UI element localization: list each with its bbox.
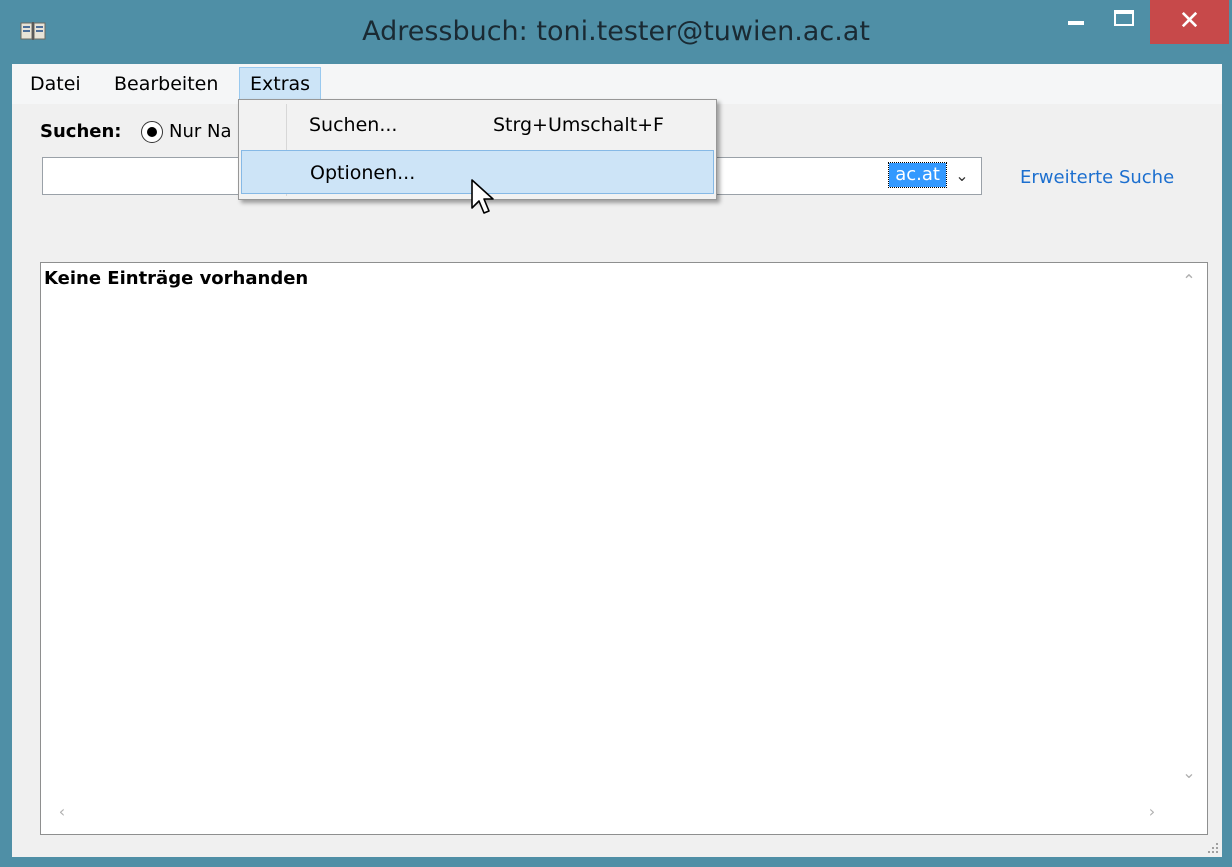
menu-item-optionen-label: Optionen... [310, 162, 416, 184]
menu-item-suchen[interactable]: Suchen... Strg+Umschalt+F [241, 103, 714, 147]
directory-select-value: ac.at [888, 162, 947, 188]
resize-grip-icon[interactable] [1206, 841, 1218, 853]
minimize-button[interactable] [1046, 0, 1104, 44]
arrow-cursor-icon [471, 179, 494, 214]
empty-results-message: Keine Einträge vorhanden [44, 268, 309, 289]
menu-bar: Datei Bearbeiten Extras [12, 64, 1222, 104]
scroll-up-icon[interactable]: ⌃ [1174, 271, 1204, 290]
minimize-icon [1068, 21, 1084, 25]
menu-extras[interactable]: Extras [239, 67, 322, 101]
scroll-left-icon[interactable]: ‹ [47, 802, 77, 821]
close-icon: ✕ [1178, 6, 1201, 36]
vertical-scrollbar[interactable]: ⌃ ⌄ [1171, 263, 1207, 795]
title-bar[interactable]: Adressbuch: toni.tester@tuwien.ac.at ✕ [0, 0, 1232, 64]
name-only-radio-label[interactable]: Nur Na [169, 118, 232, 146]
menu-bearbeiten[interactable]: Bearbeiten [106, 67, 226, 101]
search-label: Suchen: [40, 121, 122, 142]
address-book-window: Adressbuch: toni.tester@tuwien.ac.at ✕ D… [0, 0, 1232, 867]
advanced-search-link[interactable]: Erweiterte Suche [1020, 164, 1174, 192]
maximize-icon [1114, 10, 1134, 26]
horizontal-scrollbar[interactable]: ‹ › [41, 796, 1171, 834]
menu-item-suchen-shortcut: Strg+Umschalt+F [493, 114, 664, 136]
scroll-right-icon[interactable]: › [1137, 802, 1167, 821]
menu-datei[interactable]: Datei [22, 67, 89, 101]
close-button[interactable]: ✕ [1150, 0, 1229, 44]
results-list[interactable]: Keine Einträge vorhanden ⌃ ⌄ ‹ › [40, 262, 1208, 835]
name-only-radio[interactable] [141, 121, 163, 143]
menu-item-suchen-label: Suchen... [309, 114, 398, 136]
chevron-down-icon[interactable]: ⌄ [951, 160, 973, 192]
scroll-down-icon[interactable]: ⌄ [1174, 763, 1204, 782]
maximize-button[interactable] [1104, 0, 1150, 44]
